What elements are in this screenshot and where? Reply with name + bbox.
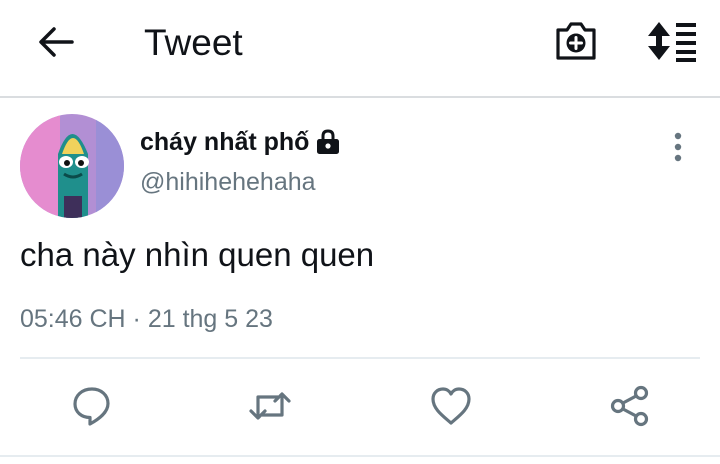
tweet-timestamp: 05:46 CH · 21 thg 5 23 — [20, 305, 273, 333]
tweet-text: cha này nhìn quen quen — [20, 236, 375, 273]
share-icon — [610, 385, 649, 427]
more-options-button[interactable] — [662, 130, 694, 164]
actions-divider — [0, 455, 720, 457]
sort-list-icon — [648, 22, 696, 62]
lock-icon — [317, 129, 340, 154]
avatar[interactable] — [20, 114, 124, 218]
display-name[interactable]: cháy nhất phố — [140, 128, 309, 157]
camera-add-icon — [556, 22, 596, 60]
reply-icon — [73, 387, 110, 426]
page-title: Tweet — [144, 22, 243, 63]
author-name-row: cháy nhất phố — [140, 124, 341, 160]
top-app-bar: Tweet — [0, 0, 720, 96]
like-button[interactable] — [429, 384, 473, 428]
retweet-icon — [249, 392, 291, 420]
back-button[interactable] — [36, 24, 76, 60]
share-button[interactable] — [608, 384, 652, 428]
arrow-left-icon — [39, 27, 74, 57]
user-handle[interactable]: @hihihehehaha — [140, 168, 316, 197]
more-vertical-icon — [674, 132, 682, 162]
reply-button[interactable] — [70, 384, 114, 428]
avatar-image — [20, 114, 124, 218]
meta-divider — [20, 357, 700, 359]
heart-icon — [431, 387, 471, 425]
retweet-button[interactable] — [248, 384, 292, 428]
header-divider — [0, 96, 720, 98]
camera-button[interactable] — [554, 20, 598, 62]
sort-button[interactable] — [646, 20, 698, 62]
